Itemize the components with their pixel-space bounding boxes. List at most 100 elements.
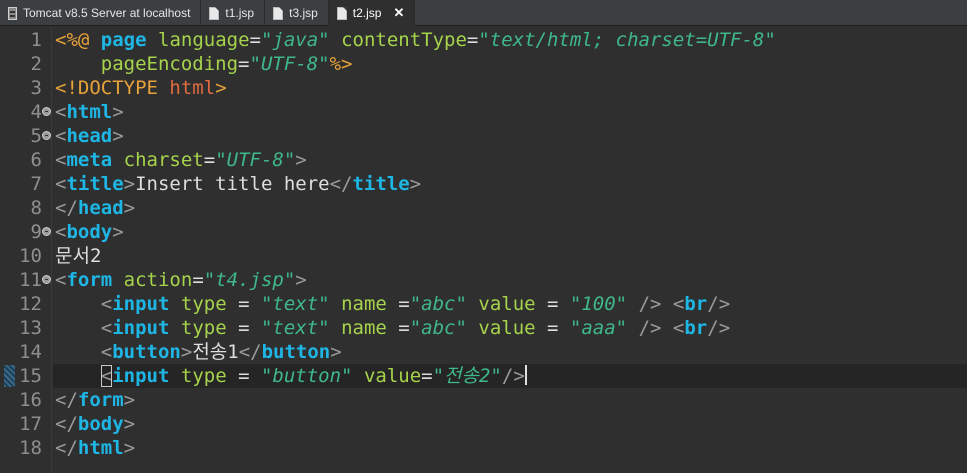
code-line[interactable]: 11 <form action="t4.jsp"> <box>0 268 967 292</box>
fold-toggle-icon[interactable] <box>42 275 51 284</box>
code-line[interactable]: 8 </head> <box>0 196 967 220</box>
code-token: "t4.jsp" <box>203 269 296 291</box>
code-token: <%@ <box>55 29 90 51</box>
fold-toggle-icon[interactable] <box>42 227 51 236</box>
code-line[interactable]: 14 <button>전송1</button> <box>0 340 967 364</box>
code-token: > <box>409 173 422 195</box>
code-token: < <box>55 173 67 195</box>
line-code[interactable]: <body> <box>55 220 124 244</box>
line-code[interactable]: <button>전송1</button> <box>55 340 342 364</box>
code-token: body <box>77 413 124 435</box>
code-token: %> <box>329 53 353 75</box>
line-number: 7 <box>30 173 42 195</box>
code-lines[interactable]: 1 <%@ page language="java" contentType="t… <box>0 28 967 460</box>
line-code[interactable]: <title>Insert title here</title> <box>55 172 421 196</box>
code-line[interactable]: 10 문서2 <box>0 244 967 268</box>
line-number: 12 <box>19 293 42 315</box>
code-token: "UTF-8" <box>215 149 296 171</box>
line-code[interactable]: <input type = "text" name ="abc" value =… <box>55 316 730 340</box>
code-line[interactable]: 12 <input type = "text" name ="abc" valu… <box>0 292 967 316</box>
tab-t3-jsp[interactable]: t3.jsp <box>265 0 329 26</box>
code-line[interactable]: 1 <%@ page language="java" contentType="t… <box>0 28 967 52</box>
code-line[interactable]: 2 pageEncoding="UTF-8"%> <box>0 52 967 76</box>
code-line[interactable]: 18 </html> <box>0 436 967 460</box>
code-token: /> <box>638 317 662 339</box>
line-code[interactable]: </form> <box>55 388 135 412</box>
code-line[interactable]: 15 <input type = "button" value="전송2"/> <box>0 364 967 388</box>
tab-label: Tomcat v8.5 Server at localhost <box>23 6 191 20</box>
tab-tomcat-v8-5-server-at-localhost[interactable]: Tomcat v8.5 Server at localhost <box>0 0 202 26</box>
code-token: < <box>100 341 113 363</box>
fold-toggle-icon[interactable] <box>42 107 51 116</box>
line-code[interactable]: <meta charset="UTF-8"> <box>55 148 307 172</box>
code-token: < <box>55 221 67 243</box>
code-line[interactable]: 16 </form> <box>0 388 967 412</box>
code-line[interactable]: 13 <input type = "text" name ="abc" valu… <box>0 316 967 340</box>
line-code[interactable]: <!DOCTYPE html> <box>55 76 227 100</box>
code-token: br <box>684 317 708 339</box>
code-token: < <box>100 317 113 339</box>
code-token: "100" <box>569 293 628 315</box>
code-token: type <box>180 317 227 339</box>
code-token: < <box>672 317 685 339</box>
code-token: = <box>226 293 261 315</box>
close-icon[interactable]: ✕ <box>393 5 404 21</box>
code-token: /> <box>707 317 731 339</box>
tab-t1-jsp[interactable]: t1.jsp <box>201 0 266 26</box>
code-token: page <box>100 29 147 51</box>
code-token: button <box>261 341 331 363</box>
code-token: value <box>478 293 536 315</box>
line-number: 5 <box>30 125 42 147</box>
code-token: title <box>66 173 124 195</box>
code-line[interactable]: 6 <meta charset="UTF-8"> <box>0 148 967 172</box>
code-token: Insert title here <box>135 173 330 195</box>
code-token: > <box>112 101 124 123</box>
line-number: 15 <box>19 365 42 387</box>
line-code[interactable]: <head> <box>55 124 124 148</box>
line-code[interactable]: <input type = "button" value="전송2"/> <box>55 364 527 388</box>
line-code[interactable]: </html> <box>55 436 135 460</box>
code-token: = <box>386 317 410 339</box>
code-line[interactable]: 9 <body> <box>0 220 967 244</box>
tab-t2-jsp[interactable]: t2.jsp ✕ <box>328 0 416 26</box>
code-token: "button" <box>260 365 353 387</box>
line-code[interactable]: pageEncoding="UTF-8"%> <box>55 52 353 76</box>
line-number: 3 <box>30 77 42 99</box>
code-line[interactable]: 7 <title>Insert title here</title> <box>0 172 967 196</box>
code-token: < <box>55 125 67 147</box>
code-token: value <box>478 317 536 339</box>
line-code[interactable]: 문서2 <box>55 244 101 268</box>
code-token: 문서2 <box>55 245 102 267</box>
code-token: form <box>66 269 113 291</box>
line-code[interactable]: </head> <box>55 196 135 220</box>
code-token: > <box>112 221 124 243</box>
text-cursor <box>524 365 527 385</box>
code-token: DOCTYPE <box>77 77 158 99</box>
code-token: html <box>77 437 124 459</box>
code-editor[interactable]: 1 <%@ page language="java" contentType="t… <box>0 27 967 473</box>
code-line[interactable]: 17 </body> <box>0 412 967 436</box>
line-code[interactable]: <input type = "text" name ="abc" value =… <box>55 292 730 316</box>
line-code[interactable]: <form action="t4.jsp"> <box>55 268 307 292</box>
code-line[interactable]: 3 <!DOCTYPE html> <box>0 76 967 100</box>
line-code[interactable]: <html> <box>55 100 124 124</box>
line-number: 13 <box>19 317 42 339</box>
code-token: name <box>341 317 387 339</box>
code-token: </ <box>55 437 78 459</box>
code-token: "aaa" <box>569 317 628 339</box>
code-token: "java" <box>260 29 330 51</box>
line-code[interactable]: <%@ page language="java" contentType="te… <box>55 28 776 52</box>
code-line[interactable]: 4 <html> <box>0 100 967 124</box>
code-line[interactable]: 5 <head> <box>0 124 967 148</box>
fold-toggle-icon[interactable] <box>42 131 51 140</box>
line-code[interactable]: </body> <box>55 412 135 436</box>
